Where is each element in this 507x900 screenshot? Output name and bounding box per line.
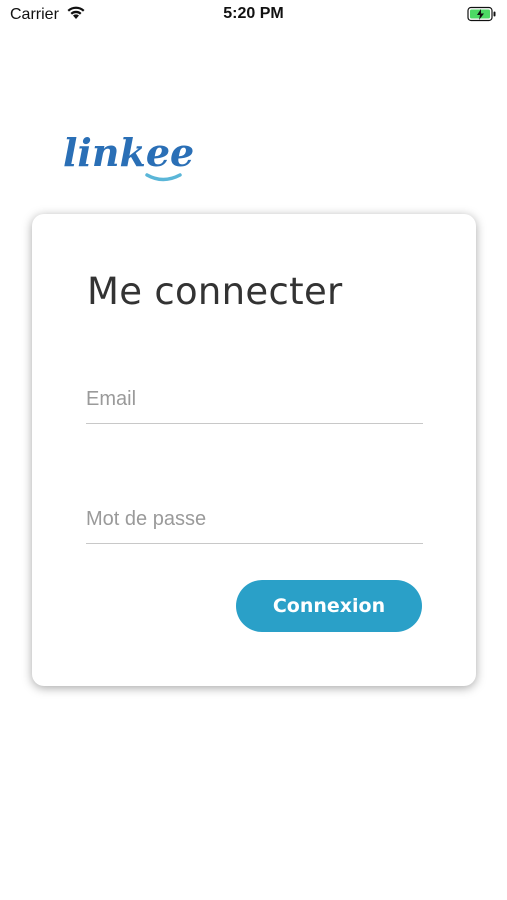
status-time: 5:20 PM — [223, 5, 284, 22]
page-title: Me connecter — [87, 270, 343, 313]
status-bar: Carrier 5:20 PM — [0, 0, 507, 30]
login-card: Me connecter Connexion — [32, 214, 476, 686]
battery-charging-icon — [467, 6, 497, 23]
svg-text:linkee: linkee — [63, 130, 193, 175]
password-field[interactable] — [86, 496, 423, 544]
connexion-button[interactable]: Connexion — [236, 580, 422, 632]
linkee-logo: linkee — [63, 128, 194, 188]
email-field[interactable] — [86, 376, 423, 424]
